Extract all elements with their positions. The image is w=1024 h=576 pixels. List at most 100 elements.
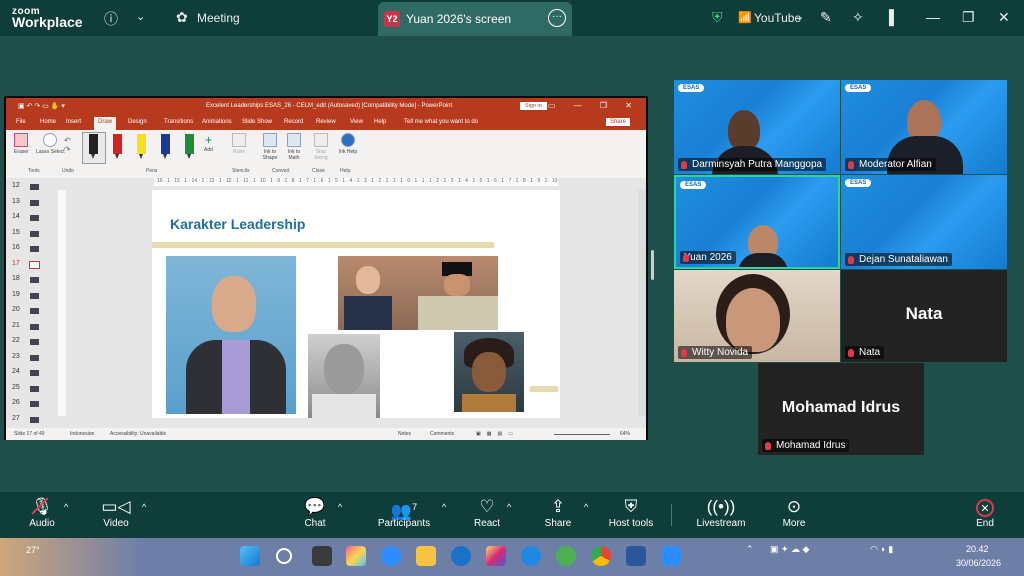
- search-icon[interactable]: [276, 548, 292, 564]
- video-caret-icon[interactable]: ^: [142, 502, 146, 512]
- file-explorer-icon[interactable]: [416, 546, 436, 566]
- chat-button[interactable]: 💬 Chat: [300, 496, 330, 529]
- slide-thumbnail[interactable]: 15: [12, 229, 48, 239]
- zoom-level[interactable]: 64%: [620, 431, 630, 437]
- slide-thumbnail[interactable]: 13: [12, 198, 48, 208]
- slide-thumbnail[interactable]: 25: [12, 384, 48, 394]
- screen-share-tab[interactable]: Y2 Yuan 2026's screen ···: [378, 2, 572, 36]
- help-icon[interactable]: [521, 546, 541, 566]
- ribbon-tab-design[interactable]: Design: [128, 119, 147, 125]
- info-icon[interactable]: ⓘ: [104, 9, 118, 29]
- hp-icon[interactable]: [451, 546, 471, 566]
- slide-thumbnail[interactable]: 24: [12, 368, 48, 378]
- minimize-icon[interactable]: —: [926, 9, 940, 25]
- slide-thumbnail[interactable]: 20: [12, 306, 48, 316]
- task-view-icon[interactable]: [312, 546, 332, 566]
- copilot-icon[interactable]: [346, 546, 366, 566]
- pen-black[interactable]: [89, 134, 98, 159]
- weather-temp[interactable]: 27°: [26, 545, 40, 555]
- participants-button[interactable]: 👥7 Participants: [374, 496, 434, 529]
- video-tile-mohamad[interactable]: Mohamad Idrus Mohamad Idrus: [758, 363, 924, 455]
- slide-thumbnail[interactable]: 19: [12, 291, 48, 301]
- more-button[interactable]: ⊙ More: [778, 496, 810, 529]
- video-tile-witty[interactable]: Witty Novida: [674, 270, 840, 362]
- ruler-button[interactable]: Ruler: [232, 133, 246, 155]
- meeting-label[interactable]: Meeting: [197, 11, 240, 25]
- share-caret-icon[interactable]: ^: [584, 502, 588, 512]
- end-button[interactable]: ✕ End: [970, 496, 1000, 529]
- ribbon-tab-draw[interactable]: Draw: [94, 117, 117, 130]
- shared-screen[interactable]: ▣ ↶ ↷ ▭ ✋ ▾ Excelent Leaderships ESAS_26…: [4, 96, 648, 440]
- ribbon-tab-transitions[interactable]: Transitions: [164, 119, 193, 125]
- slide-thumbnails[interactable]: 12 13 14 15 16 17 18 19 20 21 22 23 24 25 26 27: [6, 178, 52, 428]
- ribbon-tab-home[interactable]: Home: [40, 119, 56, 125]
- video-tile-darminsyah[interactable]: ESAS Darminsyah Putra Manggopa: [674, 80, 840, 174]
- zoom-slider[interactable]: [554, 434, 610, 435]
- ink-help-button[interactable]: Ink Help: [337, 133, 359, 155]
- ribbon-tab-insert[interactable]: Insert: [66, 119, 81, 125]
- network-volume-icons[interactable]: ◠ ◗ ▮: [870, 544, 893, 555]
- chevron-down-icon[interactable]: ⌄: [795, 10, 804, 23]
- video-tile-nata[interactable]: Nata Nata: [841, 270, 1007, 362]
- ribbon-tab-view[interactable]: View: [350, 119, 363, 125]
- shield-check-icon[interactable]: ⛨: [712, 9, 723, 26]
- slide-thumbnail[interactable]: 27: [12, 415, 48, 425]
- video-tile-moderator[interactable]: ESAS Moderator Alfian: [841, 80, 1007, 174]
- share-button[interactable]: ⇪ Share: [543, 496, 573, 529]
- comments-button[interactable]: Comments: [430, 431, 454, 437]
- pen-annotate-icon[interactable]: ✎: [820, 9, 832, 26]
- slide-thumbnail[interactable]: 21: [12, 322, 48, 332]
- video-button[interactable]: ▭◁ Video: [100, 496, 132, 529]
- ribbon-tab-review[interactable]: Review: [316, 119, 336, 125]
- lasso-tool[interactable]: Lasso Select: [36, 133, 65, 155]
- ribbon-tab-slide-show[interactable]: Slide Show: [242, 119, 272, 125]
- edge-icon[interactable]: [381, 546, 401, 566]
- slide-thumbnail[interactable]: 12: [12, 182, 48, 192]
- stop-inking-button[interactable]: Stop Inking: [310, 133, 332, 161]
- chevron-down-icon[interactable]: ⌄: [136, 10, 145, 23]
- chat-caret-icon[interactable]: ^: [338, 502, 342, 512]
- panel-resize-handle[interactable]: [651, 250, 654, 280]
- audio-caret-icon[interactable]: ^: [64, 502, 68, 512]
- slide-thumbnail[interactable]: 17: [12, 260, 48, 270]
- sign-in-button[interactable]: Sign in: [520, 102, 547, 110]
- instagram-icon[interactable]: [486, 546, 506, 566]
- react-caret-icon[interactable]: ^: [507, 502, 511, 512]
- tray-chevron-icon[interactable]: ⌃: [746, 544, 754, 555]
- word-icon[interactable]: [626, 546, 646, 566]
- ppt-share-button[interactable]: Share: [606, 118, 631, 126]
- pen-green[interactable]: [185, 134, 194, 159]
- sparkle-ai-icon[interactable]: ✧: [852, 9, 864, 26]
- zoom-taskbar-icon[interactable]: [661, 546, 681, 566]
- slide-thumbnail[interactable]: 16: [12, 244, 48, 254]
- view-buttons[interactable]: ▣▦▤▭: [476, 431, 519, 437]
- view-layout-icon[interactable]: ▐: [884, 9, 894, 25]
- audio-button[interactable]: 🎙 Audio: [26, 496, 58, 529]
- meeting-paw-icon[interactable]: ✿: [176, 9, 188, 26]
- tell-me-search[interactable]: Tell me what you want to do: [404, 119, 478, 125]
- vertical-scrollbar[interactable]: [638, 190, 646, 416]
- livestream-button[interactable]: ((•)) Livestream: [694, 496, 748, 529]
- chrome-profile-icon[interactable]: [556, 546, 576, 566]
- start-windows-icon[interactable]: [240, 546, 260, 566]
- slide-thumbnail[interactable]: 26: [12, 399, 48, 409]
- language-label[interactable]: Indonesian: [70, 431, 94, 437]
- eraser-tool[interactable]: Eraser: [14, 133, 29, 155]
- slide-thumbnail[interactable]: 23: [12, 353, 48, 363]
- ribbon-tab-record[interactable]: Record: [284, 119, 303, 125]
- react-button[interactable]: ♡ React: [472, 496, 502, 529]
- pen-yellow[interactable]: [137, 134, 146, 159]
- participants-caret-icon[interactable]: ^: [442, 502, 446, 512]
- ribbon-tab-file[interactable]: File: [16, 119, 26, 125]
- accessibility-label[interactable]: Accessibility: Unavailable: [110, 431, 166, 437]
- host-tools-button[interactable]: ⛨ Host tools: [604, 496, 658, 529]
- slide-thumbnail[interactable]: 22: [12, 337, 48, 347]
- ink-to-math-button[interactable]: Ink to Math: [283, 133, 305, 161]
- ink-to-shape-button[interactable]: Ink to Shape: [259, 133, 281, 161]
- pen-red[interactable]: [113, 134, 122, 159]
- tray-app-icons[interactable]: ▣ ✦ ☁ ◆: [770, 544, 809, 555]
- restore-icon[interactable]: ❐: [962, 9, 975, 26]
- slide-canvas[interactable]: Karakter Leadership: [152, 190, 560, 418]
- ribbon-tab-help[interactable]: Help: [374, 119, 386, 125]
- slide-thumbnail[interactable]: 18: [12, 275, 48, 285]
